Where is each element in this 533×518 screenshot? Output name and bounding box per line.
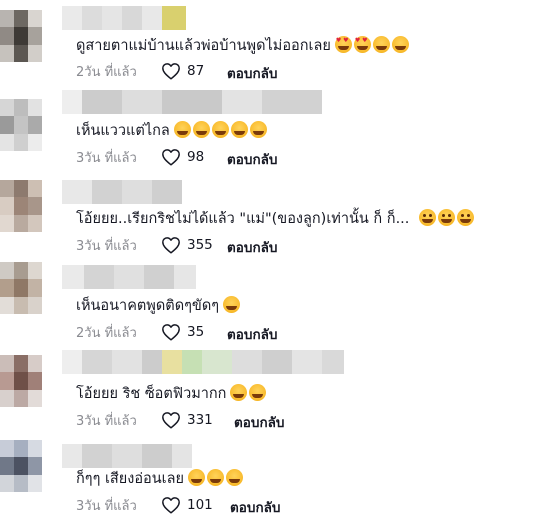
like-button[interactable]: 35 <box>161 323 204 341</box>
heart-icon <box>162 63 180 80</box>
emoji-group <box>221 296 241 316</box>
like-count: 331 <box>187 412 213 428</box>
like-count: 35 <box>187 324 205 340</box>
like-count: 98 <box>187 149 205 165</box>
comment-meta: 3วัน ที่แล้ว 98 <box>76 146 204 168</box>
like-count: 355 <box>187 237 213 253</box>
comment-time: 2วัน ที่แล้ว <box>76 325 137 341</box>
like-button[interactable]: 355 <box>161 236 213 254</box>
joy-emoji-icon <box>372 36 390 53</box>
joy-emoji-icon <box>207 469 225 486</box>
username-blurred[interactable] <box>62 350 344 374</box>
like-count: 87 <box>187 63 205 79</box>
joy-emoji-icon <box>188 469 206 486</box>
heart-icon <box>162 237 180 254</box>
comment-meta: 2วัน ที่แล้ว 35 <box>76 321 204 343</box>
joy-emoji-icon <box>230 121 248 138</box>
grin-sweat-emoji-icon <box>457 209 475 226</box>
like-button[interactable]: 87 <box>161 62 204 80</box>
joy-emoji-icon <box>230 384 248 401</box>
heart-icon <box>162 149 180 166</box>
comment-meta: 3วัน ที่แล้ว 331 <box>76 409 213 431</box>
username-blurred[interactable] <box>62 6 186 30</box>
comment-meta: 3วัน ที่แล้ว 355 <box>76 234 213 256</box>
grin-sweat-emoji-icon <box>438 209 456 226</box>
comment-text: เห็นแววแต่ไกล <box>76 121 267 141</box>
reply-button[interactable]: ตอบกลับ <box>230 496 280 518</box>
like-button[interactable]: 98 <box>161 148 204 166</box>
joy-emoji-icon <box>226 469 244 486</box>
heart-icon <box>162 497 180 514</box>
username-blurred[interactable] <box>62 90 322 114</box>
comment-time: 3วัน ที่แล้ว <box>76 498 137 514</box>
joy-emoji-icon <box>249 384 267 401</box>
username-blurred[interactable] <box>62 444 192 468</box>
emoji-group <box>186 469 244 489</box>
joy-emoji-icon <box>192 121 210 138</box>
avatar[interactable] <box>0 440 42 492</box>
reply-button[interactable]: ตอบกลับ <box>227 148 277 170</box>
avatar[interactable] <box>0 355 42 407</box>
avatar[interactable] <box>0 99 42 151</box>
comment-time: 3วัน ที่แล้ว <box>76 238 137 254</box>
emoji-group <box>172 121 267 141</box>
emoji-group <box>333 36 409 56</box>
username-blurred[interactable] <box>62 180 182 204</box>
comment-time: 3วัน ที่แล้ว <box>76 413 137 429</box>
comment-text: โอ้ยยย ริช ซ็อตฟิวมากก <box>76 384 267 404</box>
avatar[interactable] <box>0 180 42 232</box>
heart-icon <box>162 412 180 429</box>
like-count: 101 <box>187 497 213 513</box>
heart-icon <box>162 324 180 341</box>
like-button[interactable]: 331 <box>161 411 213 429</box>
heart-eyes-emoji-icon <box>334 36 352 53</box>
joy-emoji-icon <box>173 121 191 138</box>
emoji-group <box>228 384 267 404</box>
reply-button[interactable]: ตอบกลับ <box>227 62 277 84</box>
joy-emoji-icon <box>211 121 229 138</box>
username-blurred[interactable] <box>62 265 196 289</box>
comment-time: 2วัน ที่แล้ว <box>76 64 137 80</box>
grin-sweat-emoji-icon <box>419 209 437 226</box>
like-button[interactable]: 101 <box>161 496 213 514</box>
comment-time: 3วัน ที่แล้ว <box>76 150 137 166</box>
comment-text: ดูสายตาแม่บ้านแล้วพ่อบ้านพูดไม่ออกเลย <box>76 36 409 56</box>
comment-meta: 2วัน ที่แล้ว 87 <box>76 60 204 82</box>
comment-text: โอ้ยยย..เรียกริชไม่ได้แล้ว "แม่"(ของลูก)… <box>76 209 475 229</box>
reply-button[interactable]: ตอบกลับ <box>234 411 284 433</box>
comment-text: ก็ๆๆ เสียงอ่อนเลย <box>76 469 244 489</box>
joy-emoji-icon <box>249 121 267 138</box>
comment-text: เห็นอนาคตพูดติดๆขัดๆ <box>76 296 241 316</box>
reply-button[interactable]: ตอบกลับ <box>227 236 277 258</box>
reply-button[interactable]: ตอบกลับ <box>227 323 277 345</box>
joy-emoji-icon <box>391 36 409 53</box>
joy-emoji-icon <box>223 296 241 313</box>
avatar[interactable] <box>0 262 42 314</box>
avatar[interactable] <box>0 10 42 62</box>
emoji-group <box>417 209 475 229</box>
heart-eyes-emoji-icon <box>353 36 371 53</box>
